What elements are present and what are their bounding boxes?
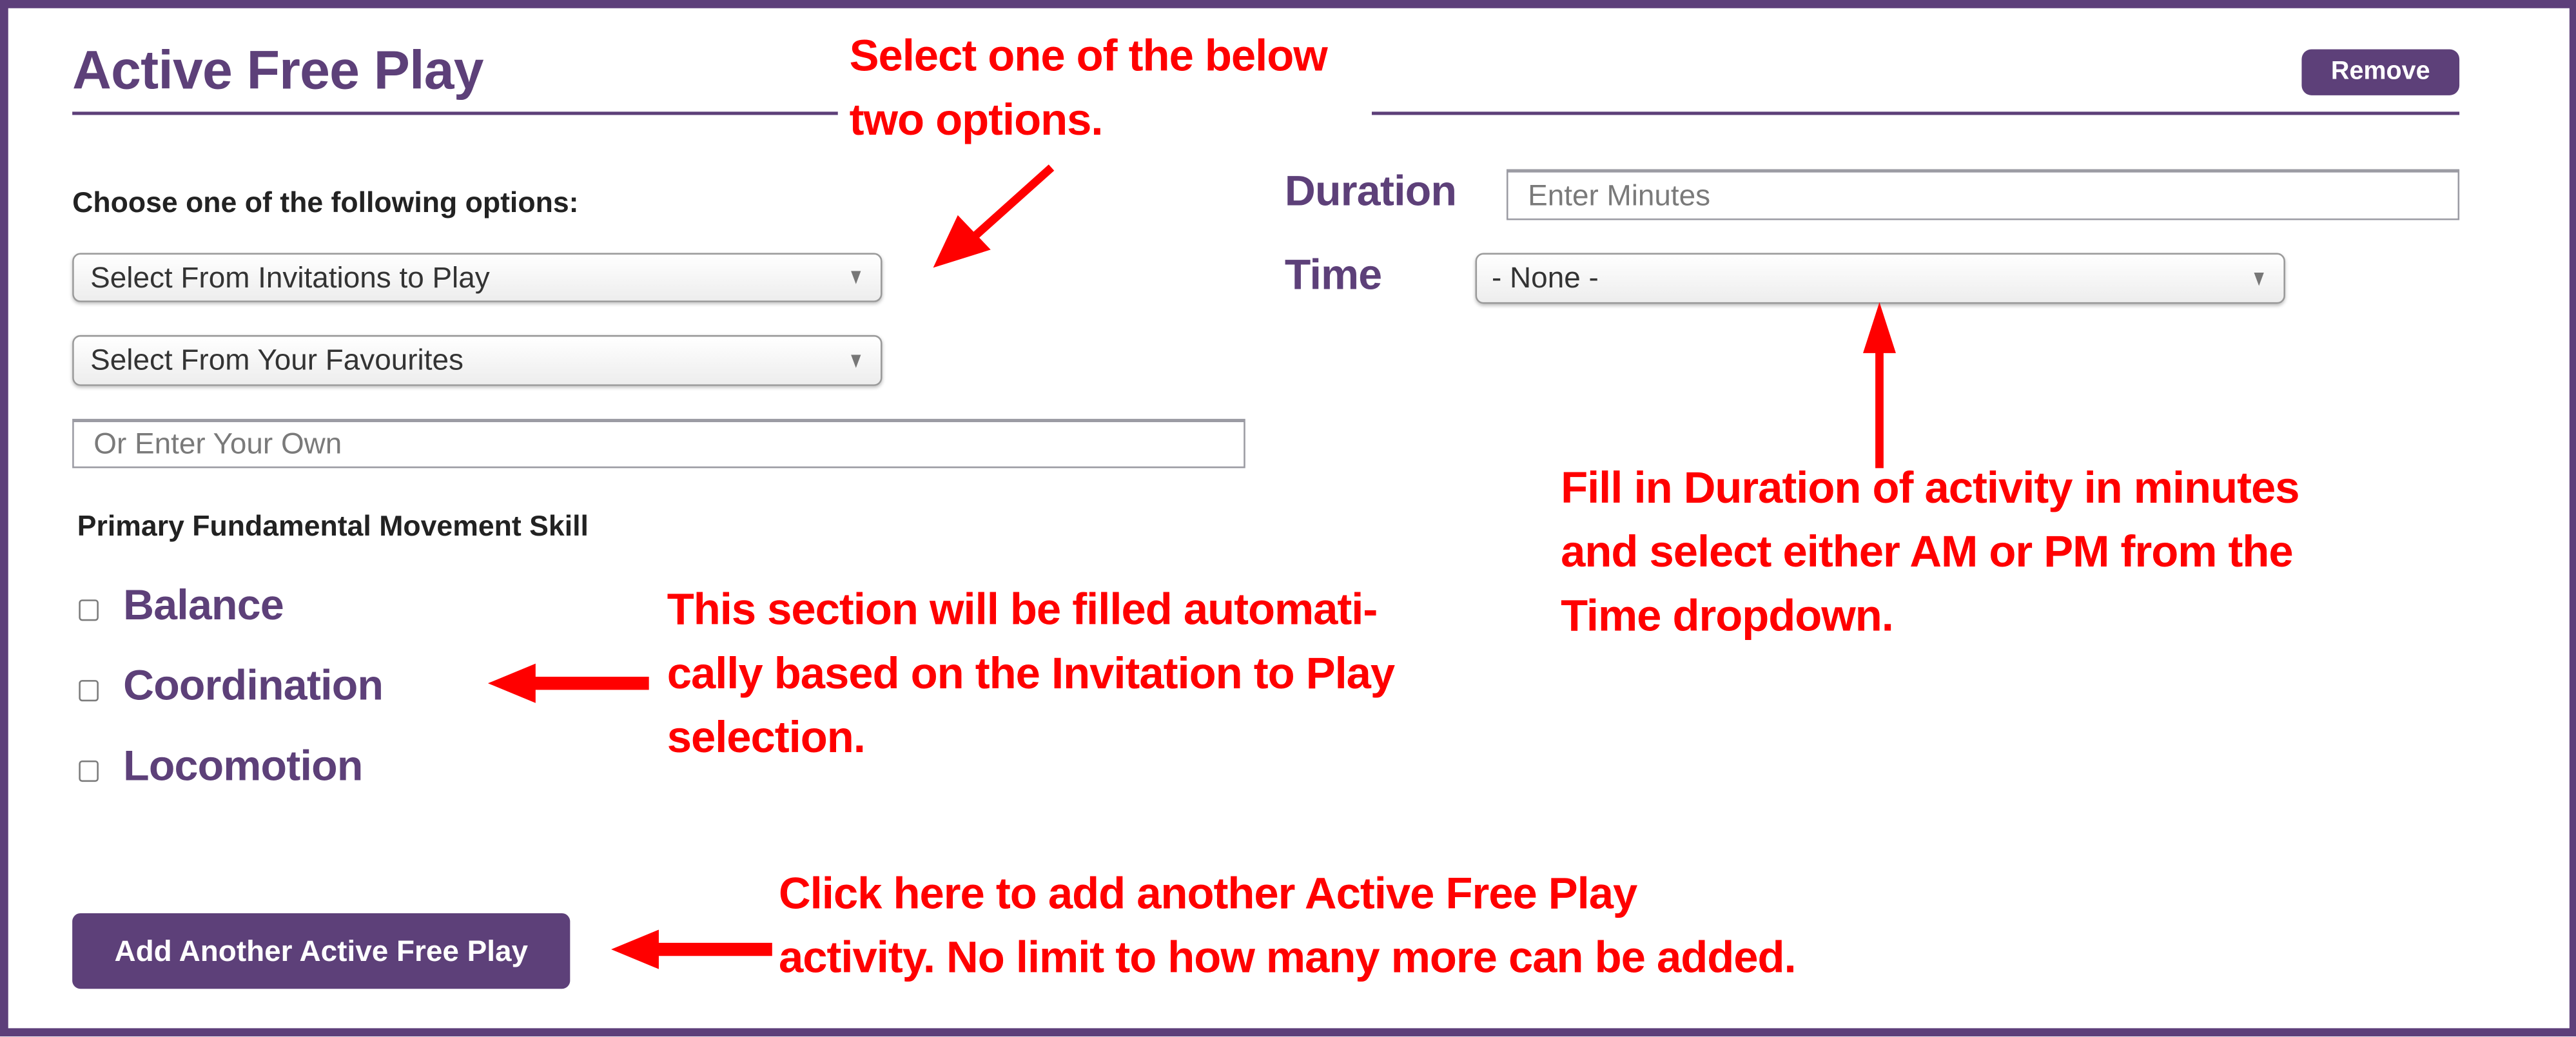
annotation-arrows: [487, 164, 1896, 969]
arrow-to-fms-icon: [487, 663, 649, 703]
stage: Active Free Play Remove Choose one of th…: [0, 0, 2576, 1037]
arrow-to-add-button-icon: [611, 929, 772, 969]
arrow-to-selects-icon: [933, 164, 1055, 268]
arrow-to-time-select-icon: [1862, 302, 1896, 469]
